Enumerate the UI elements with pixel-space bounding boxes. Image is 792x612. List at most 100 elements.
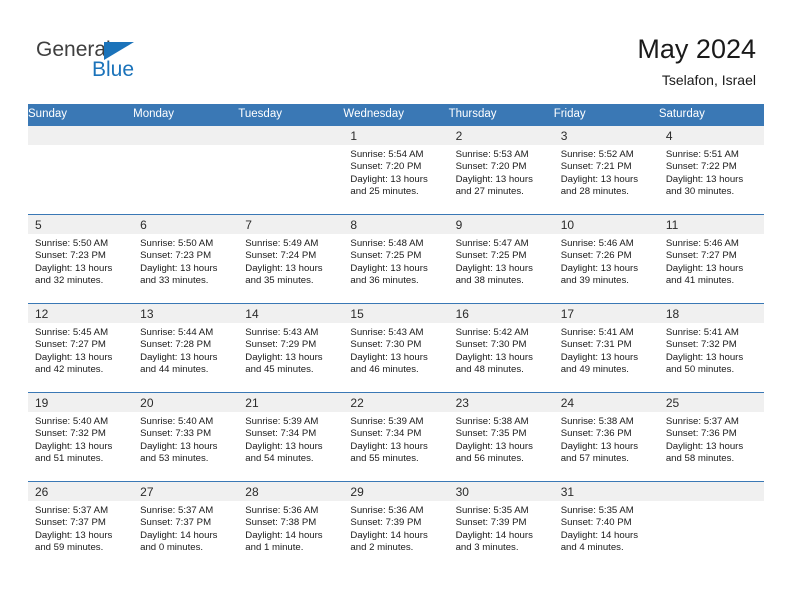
daylight-text-line2: and 57 minutes. <box>560 453 629 465</box>
daylight-text-line1: Daylight: 13 hours <box>35 262 113 274</box>
daylight-text-line1: Daylight: 14 hours <box>455 529 533 541</box>
day-cell[interactable]: 19 Sunrise: 5:40 AM Sunset: 7:32 PM Dayligh… <box>28 392 134 482</box>
day-cell[interactable]: 11 Sunrise: 5:46 AM Sunset: 7:27 PM Dayligh… <box>658 214 764 304</box>
sunrise-text: Sunrise: 5:47 AM <box>455 238 529 249</box>
day-cell[interactable] <box>658 481 764 571</box>
sunrise-text: Sunrise: 5:45 AM <box>35 327 109 338</box>
sunset-text: Sunset: 7:33 PM <box>140 428 212 440</box>
day-cell[interactable] <box>28 125 134 215</box>
sunset-text: Sunset: 7:25 PM <box>455 250 527 262</box>
sunrise-text: Sunrise: 5:52 AM <box>560 149 634 160</box>
sunset-text: Sunset: 7:37 PM <box>35 517 106 529</box>
day-cell[interactable]: 3 Sunrise: 5:52 AM Sunset: 7:21 PM Daylight… <box>553 125 659 215</box>
daylight-text-line1: Daylight: 13 hours <box>245 440 323 452</box>
day-number: 4 <box>665 129 673 143</box>
daylight-text-line2: and 35 minutes. <box>245 275 314 287</box>
day-cell[interactable]: 2 Sunrise: 5:53 AM Sunset: 7:20 PM Daylight… <box>448 125 554 215</box>
day-cell[interactable]: 1 Sunrise: 5:54 AM Sunset: 7:20 PM Daylight… <box>343 125 449 215</box>
day-cell[interactable]: 29 Sunrise: 5:36 AM Sunset: 7:39 PM Dayligh… <box>343 481 449 571</box>
day-cell[interactable]: 10 Sunrise: 5:46 AM Sunset: 7:26 PM Dayligh… <box>553 214 659 304</box>
day-number: 29 <box>350 485 364 499</box>
sunset-text: Sunset: 7:30 PM <box>455 339 527 351</box>
day-cell[interactable] <box>238 125 344 215</box>
day-number: 15 <box>350 307 364 321</box>
daylight-text-line1: Daylight: 13 hours <box>140 351 218 363</box>
day-cell[interactable]: 7 Sunrise: 5:49 AM Sunset: 7:24 PM Daylight… <box>238 214 344 304</box>
sunrise-text: Sunrise: 5:38 AM <box>560 416 634 427</box>
day-number: 8 <box>350 218 358 232</box>
daylight-text-line2: and 25 minutes. <box>350 186 419 198</box>
daylight-text-line2: and 56 minutes. <box>455 453 524 465</box>
sunrise-text: Sunrise: 5:37 AM <box>140 505 214 516</box>
weekday-header-thursday: Thursday <box>448 104 554 126</box>
daylight-text-line1: Daylight: 13 hours <box>350 440 428 452</box>
sunrise-text: Sunrise: 5:54 AM <box>350 149 424 160</box>
day-cell[interactable]: 14 Sunrise: 5:43 AM Sunset: 7:29 PM Dayligh… <box>238 303 344 393</box>
daylight-text-line1: Daylight: 13 hours <box>35 440 113 452</box>
sunrise-text: Sunrise: 5:50 AM <box>140 238 214 249</box>
day-cell[interactable]: 4 Sunrise: 5:51 AM Sunset: 7:22 PM Daylight… <box>658 125 764 215</box>
daylight-text-line1: Daylight: 13 hours <box>560 173 639 185</box>
daylight-text-line2: and 44 minutes. <box>140 364 209 376</box>
sunset-text: Sunset: 7:37 PM <box>140 517 212 529</box>
weekday-header-friday: Friday <box>553 104 659 126</box>
day-cell[interactable]: 30 Sunrise: 5:35 AM Sunset: 7:39 PM Dayligh… <box>448 481 554 571</box>
daylight-text-line2: and 30 minutes. <box>665 186 735 198</box>
daylight-text-line2: and 53 minutes. <box>140 453 209 465</box>
day-number: 27 <box>140 485 154 499</box>
daylight-text-line1: Daylight: 13 hours <box>560 351 639 363</box>
page-header: General Blue May 2024 Tselafon, Israel <box>0 0 792 100</box>
day-cell[interactable]: 5 Sunrise: 5:50 AM Sunset: 7:23 PM Daylight… <box>28 214 134 304</box>
weekday-header-saturday: Saturday <box>658 104 764 126</box>
calendar-body: 1 Sunrise: 5:54 AM Sunset: 7:20 PM Daylight… <box>28 125 764 571</box>
day-cell[interactable]: 23 Sunrise: 5:38 AM Sunset: 7:35 PM Dayligh… <box>448 392 554 482</box>
sunrise-text: Sunrise: 5:36 AM <box>350 505 424 516</box>
day-cell[interactable]: 18 Sunrise: 5:41 AM Sunset: 7:32 PM Dayligh… <box>658 303 764 393</box>
day-cell[interactable]: 25 Sunrise: 5:37 AM Sunset: 7:36 PM Dayligh… <box>658 392 764 482</box>
general-blue-logo[interactable]: General Blue <box>36 38 166 84</box>
location-subtitle: Tselafon, Israel <box>661 72 756 88</box>
sunrise-text: Sunrise: 5:41 AM <box>560 327 634 338</box>
day-number: 3 <box>560 129 568 143</box>
sunset-text: Sunset: 7:20 PM <box>455 161 527 173</box>
day-cell[interactable]: 6 Sunrise: 5:50 AM Sunset: 7:23 PM Daylight… <box>133 214 239 304</box>
day-cell[interactable]: 22 Sunrise: 5:39 AM Sunset: 7:34 PM Dayligh… <box>343 392 449 482</box>
sunset-text: Sunset: 7:29 PM <box>245 339 317 351</box>
daylight-text-line2: and 51 minutes. <box>35 453 104 465</box>
daylight-text-line2: and 46 minutes. <box>350 364 419 376</box>
day-cell[interactable]: 12 Sunrise: 5:45 AM Sunset: 7:27 PM Dayligh… <box>28 303 134 393</box>
daylight-text-line2: and 45 minutes. <box>245 364 314 376</box>
day-cell[interactable]: 15 Sunrise: 5:43 AM Sunset: 7:30 PM Dayligh… <box>343 303 449 393</box>
sunset-text: Sunset: 7:28 PM <box>140 339 212 351</box>
daylight-text-line2: and 41 minutes. <box>665 275 735 287</box>
daylight-text-line2: and 4 minutes. <box>560 542 624 554</box>
sunset-text: Sunset: 7:36 PM <box>665 428 737 440</box>
day-cell[interactable]: 31 Sunrise: 5:35 AM Sunset: 7:40 PM Dayligh… <box>553 481 659 571</box>
daylight-text-line2: and 58 minutes. <box>665 453 735 465</box>
sunrise-text: Sunrise: 5:37 AM <box>35 505 109 516</box>
daylight-text-line2: and 28 minutes. <box>560 186 629 198</box>
day-cell[interactable]: 28 Sunrise: 5:36 AM Sunset: 7:38 PM Dayligh… <box>238 481 344 571</box>
day-cell[interactable] <box>133 125 239 215</box>
daylight-text-line2: and 50 minutes. <box>665 364 735 376</box>
day-number: 30 <box>455 485 469 499</box>
day-cell[interactable]: 8 Sunrise: 5:48 AM Sunset: 7:25 PM Daylight… <box>343 214 449 304</box>
day-cell[interactable]: 21 Sunrise: 5:39 AM Sunset: 7:34 PM Dayligh… <box>238 392 344 482</box>
sunrise-text: Sunrise: 5:50 AM <box>35 238 109 249</box>
sunrise-text: Sunrise: 5:49 AM <box>245 238 319 249</box>
sunrise-text: Sunrise: 5:53 AM <box>455 149 529 160</box>
day-cell[interactable]: 17 Sunrise: 5:41 AM Sunset: 7:31 PM Dayligh… <box>553 303 659 393</box>
day-cell[interactable]: 26 Sunrise: 5:37 AM Sunset: 7:37 PM Dayligh… <box>28 481 134 571</box>
day-cell[interactable]: 16 Sunrise: 5:42 AM Sunset: 7:30 PM Dayligh… <box>448 303 554 393</box>
day-cell[interactable]: 9 Sunrise: 5:47 AM Sunset: 7:25 PM Daylight… <box>448 214 554 304</box>
day-cell[interactable]: 27 Sunrise: 5:37 AM Sunset: 7:37 PM Dayligh… <box>133 481 239 571</box>
daylight-text-line2: and 59 minutes. <box>35 542 104 554</box>
day-number: 1 <box>350 129 358 143</box>
day-cell[interactable]: 13 Sunrise: 5:44 AM Sunset: 7:28 PM Dayligh… <box>133 303 239 393</box>
sunrise-text: Sunrise: 5:48 AM <box>350 238 424 249</box>
weekday-header-sunday: Sunday <box>28 104 134 126</box>
sunset-text: Sunset: 7:32 PM <box>665 339 737 351</box>
day-cell[interactable]: 20 Sunrise: 5:40 AM Sunset: 7:33 PM Dayligh… <box>133 392 239 482</box>
day-number: 7 <box>245 218 252 232</box>
day-cell[interactable]: 24 Sunrise: 5:38 AM Sunset: 7:36 PM Dayligh… <box>553 392 659 482</box>
